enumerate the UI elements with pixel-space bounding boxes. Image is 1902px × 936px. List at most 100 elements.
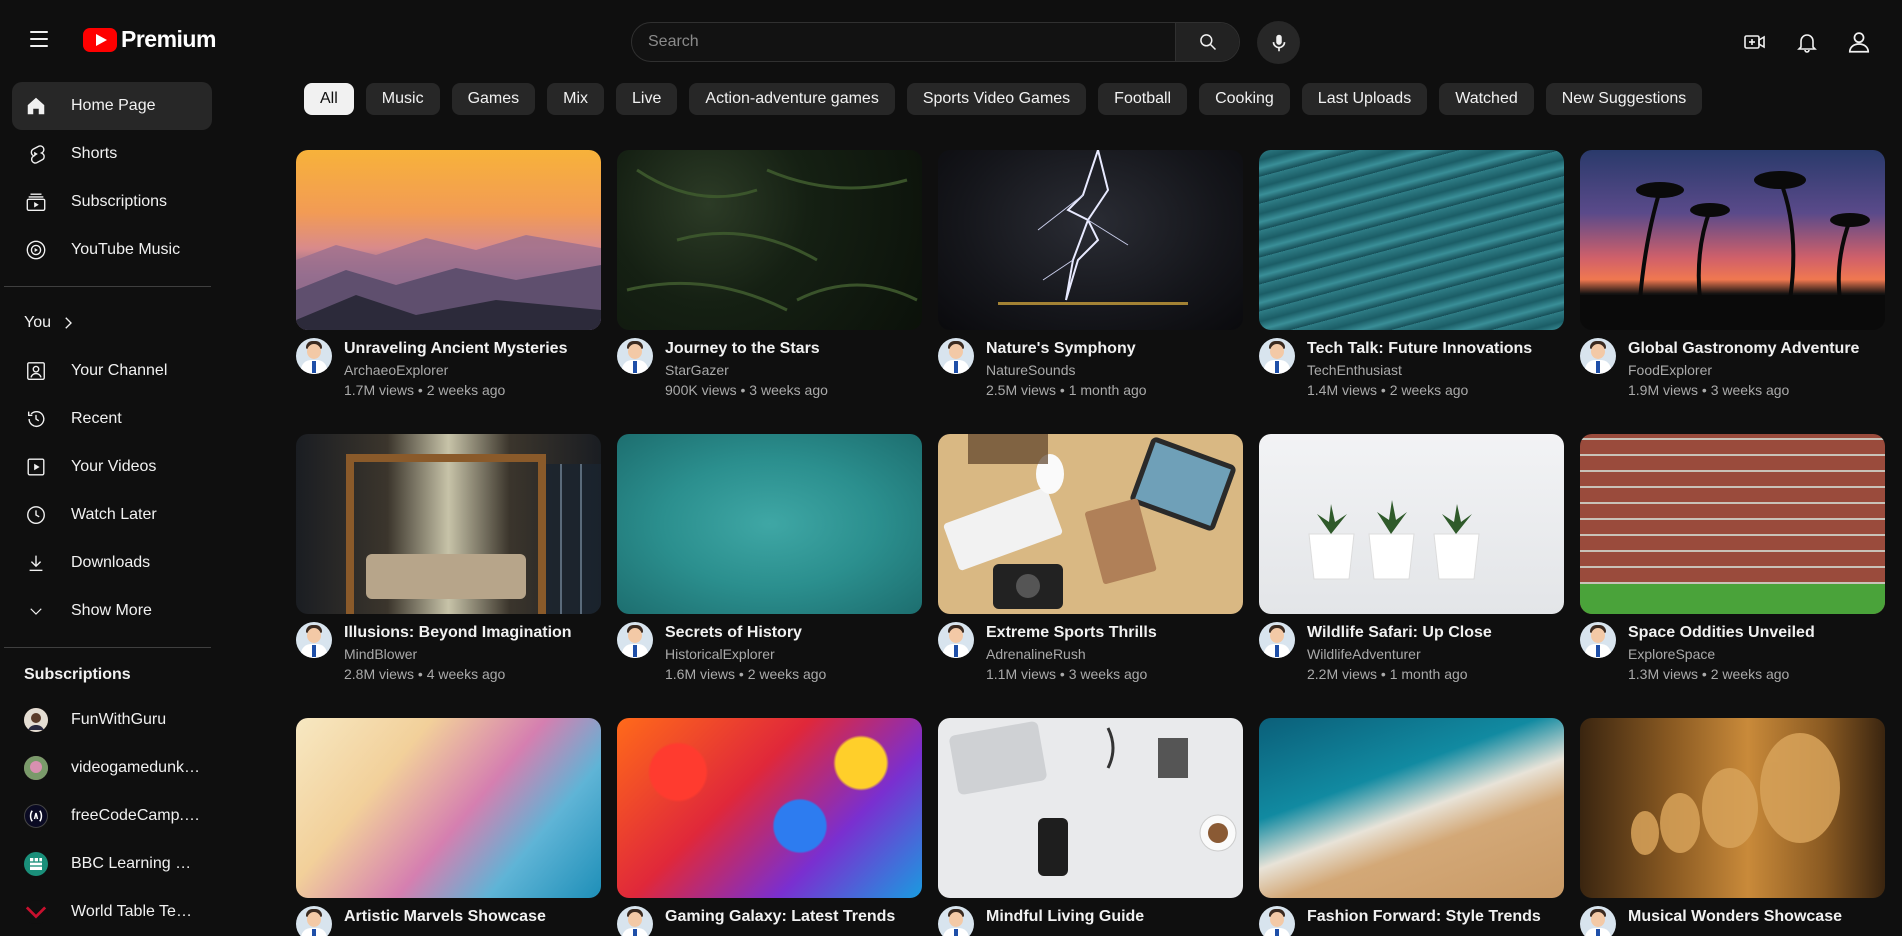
- chip-sports-video-games[interactable]: Sports Video Games: [906, 83, 1087, 115]
- chip-mix[interactable]: Mix: [547, 83, 605, 115]
- sidebar-item-your-videos[interactable]: Your Videos: [12, 443, 212, 491]
- video-title[interactable]: Tech Talk: Future Innovations: [1307, 338, 1532, 360]
- video-card[interactable]: Illusions: Beyond Imagination MindBlower…: [296, 434, 601, 682]
- sidebar-item-subscriptions[interactable]: Subscriptions: [12, 178, 212, 226]
- video-title[interactable]: Artistic Marvels Showcase: [344, 906, 546, 928]
- channel-name[interactable]: HistoricalExplorer: [665, 644, 826, 664]
- channel-avatar[interactable]: [938, 622, 974, 658]
- video-thumbnail[interactable]: [617, 150, 922, 330]
- video-card[interactable]: Secrets of History HistoricalExplorer 1.…: [617, 434, 922, 682]
- sidebar-item-youtube-music[interactable]: YouTube Music: [12, 226, 212, 274]
- chip-watched[interactable]: Watched: [1439, 83, 1534, 115]
- channel-avatar[interactable]: [296, 906, 332, 936]
- voice-search-button[interactable]: [1257, 21, 1300, 64]
- video-title[interactable]: Gaming Galaxy: Latest Trends: [665, 906, 895, 928]
- video-thumbnail[interactable]: [617, 434, 922, 614]
- channel-avatar[interactable]: [1580, 906, 1616, 936]
- video-thumbnail[interactable]: [1259, 718, 1564, 898]
- video-thumbnail[interactable]: [938, 434, 1243, 614]
- video-title[interactable]: Extreme Sports Thrills: [986, 622, 1157, 644]
- chip-last-uploads[interactable]: Last Uploads: [1301, 83, 1428, 115]
- video-title[interactable]: Unraveling Ancient Mysteries: [344, 338, 567, 360]
- video-card[interactable]: Fashion Forward: Style Trends: [1259, 718, 1564, 936]
- channel-name[interactable]: ExploreSpace: [1628, 644, 1815, 664]
- video-card[interactable]: Musical Wonders Showcase: [1580, 718, 1885, 936]
- subscription-item[interactable]: FunWithGuru: [12, 696, 212, 744]
- channel-name[interactable]: NatureSounds: [986, 360, 1147, 380]
- channel-avatar[interactable]: [1580, 338, 1616, 374]
- you-section-header[interactable]: You: [12, 299, 212, 347]
- video-title[interactable]: Fashion Forward: Style Trends: [1307, 906, 1541, 928]
- channel-avatar[interactable]: [617, 338, 653, 374]
- video-thumbnail[interactable]: [1259, 150, 1564, 330]
- video-thumbnail[interactable]: [1259, 434, 1564, 614]
- channel-avatar[interactable]: [938, 338, 974, 374]
- video-thumbnail[interactable]: [938, 150, 1243, 330]
- video-title[interactable]: Nature's Symphony: [986, 338, 1147, 360]
- sidebar-item-show-more[interactable]: Show More: [12, 587, 212, 635]
- video-card[interactable]: Artistic Marvels Showcase: [296, 718, 601, 936]
- channel-name[interactable]: AdrenalineRush: [986, 644, 1157, 664]
- notifications-button[interactable]: [1787, 22, 1827, 62]
- channel-avatar[interactable]: [1259, 338, 1295, 374]
- sidebar-item-watch-later[interactable]: Watch Later: [12, 491, 212, 539]
- video-thumbnail[interactable]: [1580, 150, 1885, 330]
- video-card[interactable]: Nature's Symphony NatureSounds 2.5M view…: [938, 150, 1243, 398]
- chip-cooking[interactable]: Cooking: [1199, 83, 1290, 115]
- video-thumbnail[interactable]: [296, 718, 601, 898]
- channel-name[interactable]: StarGazer: [665, 360, 828, 380]
- sidebar-item-home[interactable]: Home Page: [12, 82, 212, 130]
- sidebar-item-recent[interactable]: Recent: [12, 395, 212, 443]
- channel-avatar[interactable]: [1580, 622, 1616, 658]
- video-title[interactable]: Illusions: Beyond Imagination: [344, 622, 572, 644]
- video-title[interactable]: Mindful Living Guide: [986, 906, 1144, 928]
- video-card[interactable]: Journey to the Stars StarGazer 900K view…: [617, 150, 922, 398]
- channel-name[interactable]: MindBlower: [344, 644, 572, 664]
- chip-music[interactable]: Music: [365, 83, 440, 115]
- chip-live[interactable]: Live: [616, 83, 678, 115]
- chip-action-adventure-games[interactable]: Action-adventure games: [689, 83, 895, 115]
- search-button[interactable]: [1175, 23, 1239, 61]
- video-thumbnail[interactable]: [296, 150, 601, 330]
- video-title[interactable]: Secrets of History: [665, 622, 826, 644]
- channel-name[interactable]: WildlifeAdventurer: [1307, 644, 1492, 664]
- subscription-item[interactable]: BBC Learning En...: [12, 840, 212, 888]
- subscription-item[interactable]: freeCodeCamp.org: [12, 792, 212, 840]
- logo[interactable]: Premium: [83, 26, 216, 53]
- video-card[interactable]: Wildlife Safari: Up Close WildlifeAdvent…: [1259, 434, 1564, 682]
- channel-name[interactable]: TechEnthusiast: [1307, 360, 1532, 380]
- video-card[interactable]: Space Oddities Unveiled ExploreSpace 1.3…: [1580, 434, 1885, 682]
- channel-name[interactable]: ArchaeoExplorer: [344, 360, 567, 380]
- create-button[interactable]: [1735, 22, 1775, 62]
- video-thumbnail[interactable]: [1580, 434, 1885, 614]
- sidebar-item-your-channel[interactable]: Your Channel: [12, 347, 212, 395]
- channel-avatar[interactable]: [1259, 622, 1295, 658]
- subscription-item[interactable]: World Table Tennis: [12, 888, 212, 936]
- chip-new-suggestions[interactable]: New Suggestions: [1545, 83, 1703, 115]
- chip-football[interactable]: Football: [1098, 83, 1188, 115]
- video-title[interactable]: Space Oddities Unveiled: [1628, 622, 1815, 644]
- hamburger-menu-icon[interactable]: [22, 22, 56, 56]
- video-thumbnail[interactable]: [617, 718, 922, 898]
- video-title[interactable]: Global Gastronomy Adventure: [1628, 338, 1859, 360]
- video-card[interactable]: Tech Talk: Future Innovations TechEnthus…: [1259, 150, 1564, 398]
- chip-all[interactable]: All: [304, 83, 354, 115]
- search-input[interactable]: [632, 23, 1175, 61]
- chip-games[interactable]: Games: [451, 83, 536, 115]
- video-card[interactable]: Unraveling Ancient Mysteries ArchaeoExpl…: [296, 150, 601, 398]
- channel-avatar[interactable]: [1259, 906, 1295, 936]
- channel-avatar[interactable]: [296, 622, 332, 658]
- channel-avatar[interactable]: [617, 906, 653, 936]
- sidebar-item-shorts[interactable]: Shorts: [12, 130, 212, 178]
- video-title[interactable]: Wildlife Safari: Up Close: [1307, 622, 1492, 644]
- account-button[interactable]: [1839, 22, 1879, 62]
- video-card[interactable]: Gaming Galaxy: Latest Trends: [617, 718, 922, 936]
- video-thumbnail[interactable]: [938, 718, 1243, 898]
- channel-name[interactable]: FoodExplorer: [1628, 360, 1859, 380]
- channel-avatar[interactable]: [617, 622, 653, 658]
- sidebar-item-downloads[interactable]: Downloads: [12, 539, 212, 587]
- subscription-item[interactable]: videogamedunkey: [12, 744, 212, 792]
- channel-avatar[interactable]: [296, 338, 332, 374]
- video-title[interactable]: Musical Wonders Showcase: [1628, 906, 1842, 928]
- video-card[interactable]: Extreme Sports Thrills AdrenalineRush 1.…: [938, 434, 1243, 682]
